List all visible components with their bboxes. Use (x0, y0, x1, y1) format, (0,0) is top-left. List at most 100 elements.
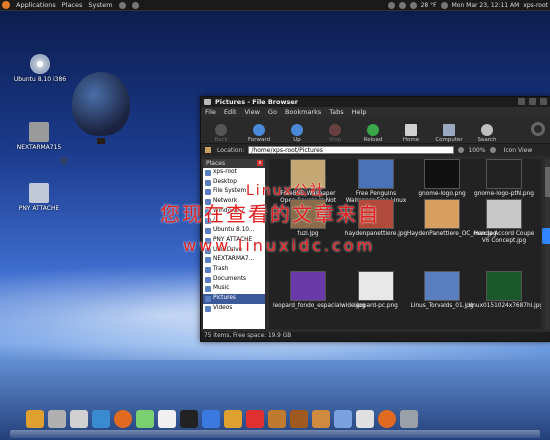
forward-button[interactable]: Forward (245, 124, 273, 143)
sidebar-item-network[interactable]: Network (203, 197, 265, 207)
file-item[interactable]: gnome-logo.png (407, 159, 477, 198)
menu-system[interactable]: System (88, 1, 112, 9)
menu-view[interactable]: View (244, 108, 259, 116)
clock[interactable]: Mon Mar 23, 12:11 AM (452, 2, 520, 9)
zoom-in-icon[interactable] (489, 147, 496, 153)
window-titlebar[interactable]: Pictures - File Browser (201, 97, 550, 107)
penguin-icon[interactable] (158, 410, 176, 428)
places-header[interactable]: Places x (203, 159, 265, 168)
mail-launcher-icon[interactable] (131, 1, 139, 9)
sidebar-item-root[interactable]: / (203, 216, 265, 226)
stop-button[interactable]: Stop (321, 124, 349, 143)
file-item[interactable]: leopard_fondo_espacialwide.jpg (273, 271, 365, 310)
file-item[interactable]: HaydenPanettiere_OC_max.jpg (407, 199, 497, 238)
back-label: Back (214, 137, 228, 143)
user-name[interactable]: xps-root (523, 2, 548, 9)
sidebar-item-nextarma[interactable]: NEXTARMA7... (203, 255, 265, 265)
sidebar-item-desktop[interactable]: Desktop (203, 178, 265, 188)
cd-icon (30, 54, 50, 74)
search-button[interactable]: Search (473, 124, 501, 143)
side-panel-tab[interactable] (542, 228, 550, 244)
firefox-icon[interactable] (114, 410, 132, 428)
view-mode-select[interactable]: Icon View (504, 147, 533, 154)
folder-icon[interactable] (26, 410, 44, 428)
firefox-launcher-icon[interactable] (118, 1, 126, 9)
reload-button[interactable]: Reload (359, 124, 387, 143)
files-icon[interactable] (334, 410, 352, 428)
menu-file[interactable]: File (205, 108, 216, 116)
scrollbar-thumb[interactable] (545, 167, 550, 197)
file-name: gnome-logo.png (418, 191, 466, 197)
file-item[interactable]: leopard-pc.png (341, 271, 411, 310)
sidebar-item-usb-drive[interactable]: USB Drive (203, 246, 265, 256)
sidebar-item-videos[interactable]: Videos (203, 304, 265, 314)
menu-applications[interactable]: Applications (16, 1, 56, 9)
ubuntu-logo-icon[interactable] (2, 1, 10, 9)
monitor-icon[interactable] (202, 410, 220, 428)
file-thumbnail (486, 271, 522, 301)
sidebar-item-ubuntu-cd[interactable]: Ubuntu 8.10... (203, 226, 265, 236)
package-icon[interactable] (92, 410, 110, 428)
back-button[interactable]: Back (207, 124, 235, 143)
home-icon (405, 124, 417, 136)
home-label: Home (402, 137, 420, 143)
menu-edit[interactable]: Edit (224, 108, 237, 116)
firefox-icon-2[interactable] (378, 410, 396, 428)
places-header-label: Places (206, 160, 226, 167)
star-icon[interactable] (246, 410, 264, 428)
file-item[interactable]: Linus_Torvalds_01.jpg (407, 271, 477, 310)
sidebar-item-pny-attache[interactable]: PNY ATTACHE (203, 236, 265, 246)
file-name: Linus_Torvalds_01.jpg (410, 303, 474, 309)
maximize-button[interactable] (529, 98, 536, 105)
terminal-icon[interactable] (180, 410, 198, 428)
weather-icon[interactable] (409, 1, 417, 9)
file-name: linux0151024x7687hi.jpg (469, 303, 541, 309)
file-item[interactable]: haydenpanettiere.jpg (341, 199, 411, 238)
location-toggle-icon[interactable] (205, 147, 211, 153)
folder-icon-2[interactable] (224, 410, 242, 428)
desktop-icon-ubuntu-cd[interactable]: Ubuntu 8.10 i386 (5, 54, 75, 83)
sidebar-item-filesystem[interactable]: File System (203, 187, 265, 197)
system-tray: 28 °F Mon Mar 23, 12:11 AM xps-root (387, 0, 548, 10)
close-button[interactable] (540, 98, 547, 105)
file-item[interactable]: linux0151024x7687hi.jpg (469, 271, 541, 310)
menu-bookmarks[interactable]: Bookmarks (285, 108, 321, 116)
power-icon[interactable] (440, 1, 448, 9)
file-item[interactable]: Honda Accord Coupe V6 Concept.jpg (469, 199, 539, 245)
up-button[interactable]: Up (283, 124, 311, 143)
sidebar-item-windows7[interactable]: Windows 7 (203, 207, 265, 217)
sidebar-item-pictures[interactable]: Pictures (203, 293, 265, 304)
top-panel: Applications Places System 28 °F Mon Mar… (0, 0, 550, 11)
desktop-icon-pny-attache[interactable]: PNY ATTACHE (4, 183, 74, 212)
books-icon[interactable] (290, 410, 308, 428)
menu-places[interactable]: Places (62, 1, 83, 9)
computer-button[interactable]: Computer (435, 124, 463, 143)
sidebar-item-documents[interactable]: Documents (203, 275, 265, 285)
home-button[interactable]: Home (397, 124, 425, 143)
sidebar-item-music[interactable]: Music (203, 284, 265, 294)
minimize-button[interactable] (518, 98, 525, 105)
vertical-scrollbar[interactable] (545, 159, 550, 329)
location-input[interactable]: /home/xps-root/Pictures (248, 146, 455, 154)
sidebar-item-trash[interactable]: Trash (203, 265, 265, 275)
desktop-icon-nextarma[interactable]: NEXTARMA715 (4, 122, 74, 151)
document-icon[interactable] (268, 410, 286, 428)
network-icon[interactable] (387, 1, 395, 9)
media-icon[interactable] (312, 410, 330, 428)
menu-go[interactable]: Go (268, 108, 277, 116)
chat-icon[interactable] (136, 410, 154, 428)
volume-icon[interactable] (398, 1, 406, 9)
file-item[interactable]: gnome-logo-ptN.png (469, 159, 539, 198)
sidebar-item-home[interactable]: xps-root (203, 168, 265, 178)
printer-icon[interactable] (70, 410, 88, 428)
file-item[interactable]: fuzi.jpg (273, 199, 343, 238)
menu-tabs[interactable]: Tabs (329, 108, 343, 116)
zoom-level[interactable]: 100% (468, 147, 485, 154)
rabbit-icon[interactable] (356, 410, 374, 428)
camera-icon[interactable] (400, 410, 418, 428)
menu-help[interactable]: Help (352, 108, 367, 116)
zoom-out-icon[interactable] (458, 147, 465, 153)
weather-temperature[interactable]: 28 °F (421, 2, 437, 9)
trash-icon[interactable] (48, 410, 66, 428)
close-sidebar-icon[interactable]: x (257, 160, 263, 166)
